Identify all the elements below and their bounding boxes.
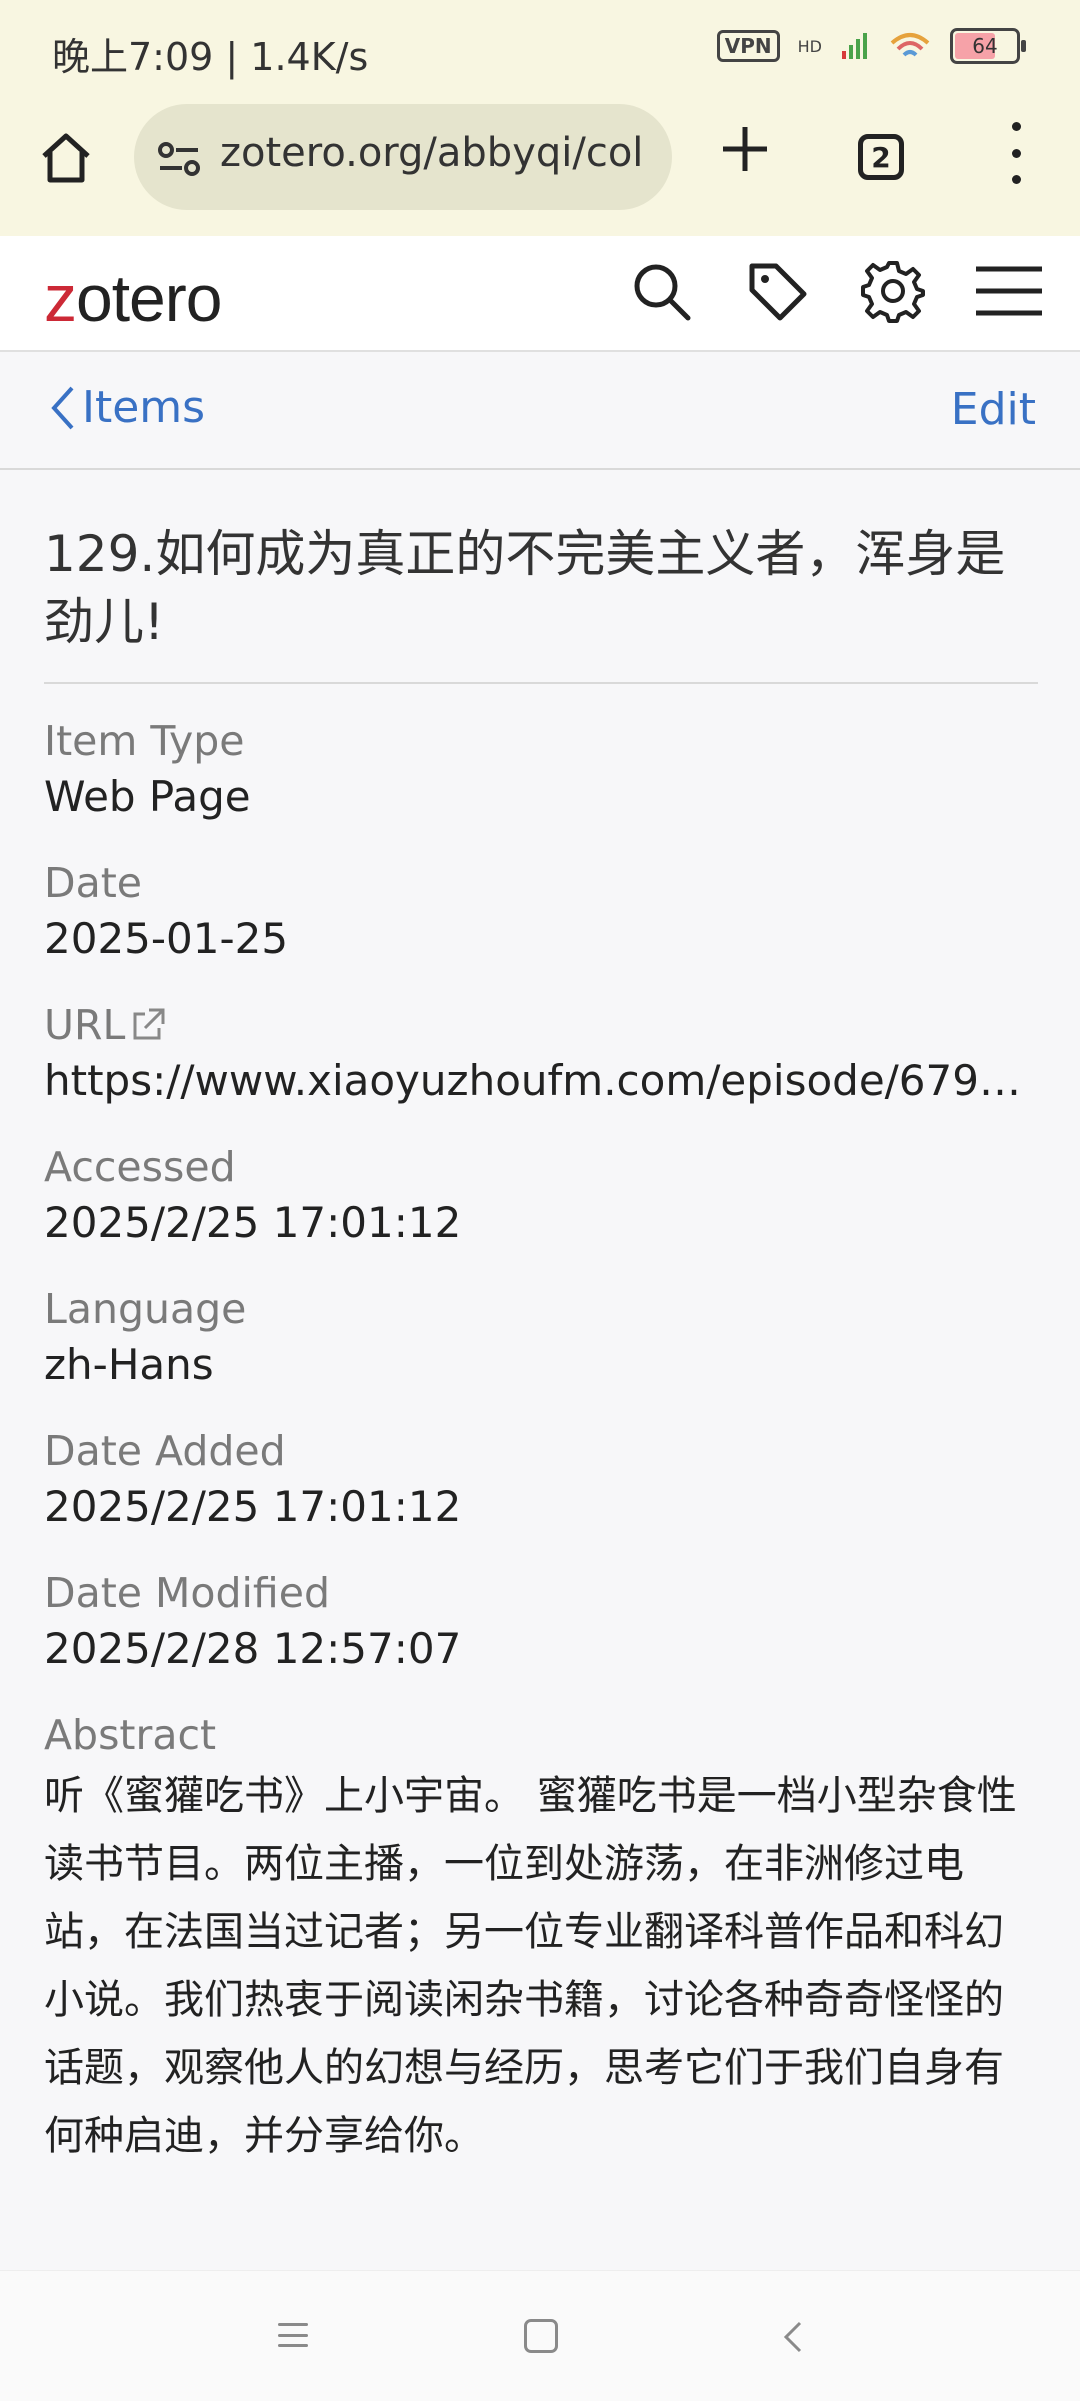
- main-menu-button[interactable]: [974, 256, 1044, 326]
- abstract-text: 听《蜜獾吃书》上小宇宙。 蜜獾吃书是一档小型杂食性读书节目。两位主播，一位到处游…: [44, 1773, 1017, 2159]
- field-abstract: Abstract 听《蜜獾吃书》上小宇宙。 蜜獾吃书是一档小型杂食性读书节目。两…: [44, 1708, 1038, 2170]
- search-icon: [634, 264, 691, 321]
- item-navbar: Items Edit: [0, 352, 1080, 470]
- field-label: Date: [44, 859, 142, 907]
- zotero-header: zotero: [0, 236, 1080, 352]
- field-value: 2025/2/28 12:57:07: [44, 1624, 462, 1673]
- item-details: 129.如何成为真正的不完美主义者，浑身是劲儿! Item Type Web P…: [44, 472, 1038, 2170]
- status-time-speed: 晚上7:09 | 1.4K/s: [52, 35, 369, 79]
- chevron-left-icon: [51, 386, 74, 429]
- field-label: URL: [44, 1001, 126, 1049]
- field-date: Date 2025-01-25: [44, 856, 1038, 968]
- field-value: 2025/2/25 17:01:12: [44, 1198, 462, 1247]
- home-icon: [42, 133, 90, 183]
- system-navigation-bar: [0, 2270, 1080, 2401]
- item-title: 129.如何成为真正的不完美主义者，浑身是劲儿!: [44, 520, 1038, 684]
- gear-icon: [861, 261, 925, 323]
- cell-signal-icon: [842, 33, 867, 59]
- field-value: zh-Hans: [44, 1340, 214, 1389]
- battery-icon: 64: [950, 28, 1026, 64]
- tag-icon: [749, 263, 807, 321]
- field-label: Date Added: [44, 1427, 286, 1475]
- browser-menu-button[interactable]: [996, 122, 1036, 184]
- vpn-icon: VPN: [716, 30, 780, 62]
- field-label: Date Modified: [44, 1569, 330, 1617]
- back-to-items-link[interactable]: Items: [50, 382, 205, 433]
- address-bar[interactable]: zotero.org/abbyqi/col: [134, 104, 672, 210]
- hd-signal-icon: HD: [797, 36, 822, 56]
- field-accessed: Accessed 2025/2/25 17:01:12: [44, 1140, 1038, 1252]
- recent-apps-button[interactable]: [278, 2323, 308, 2347]
- site-settings-icon[interactable]: [154, 134, 204, 184]
- field-label: Item Type: [44, 717, 245, 765]
- header-actions: [626, 256, 1044, 326]
- settings-button[interactable]: [858, 256, 928, 326]
- tab-switcher-button[interactable]: 2: [858, 134, 904, 180]
- plus-icon: [723, 127, 767, 171]
- url-text[interactable]: zotero.org/abbyqi/col: [220, 130, 643, 176]
- field-value: 2025-01-25: [44, 914, 289, 963]
- field-url: URL https://www.xiaoyuzhoufm.com/episode…: [44, 998, 1038, 1110]
- field-date-added: Date Added 2025/2/25 17:01:12: [44, 1424, 1038, 1536]
- hamburger-icon: [976, 266, 1042, 316]
- field-language: Language zh-Hans: [44, 1282, 1038, 1394]
- wifi-icon: [890, 33, 930, 57]
- url-value-link[interactable]: https://www.xiaoyuzhoufm.com/episode/679…: [44, 1052, 1038, 1110]
- zotero-logo[interactable]: zotero: [44, 260, 222, 336]
- browser-chrome: 晚上7:09 | 1.4K/s VPN HD 64 zotero.org/abb…: [0, 0, 1080, 236]
- edit-button[interactable]: Edit: [951, 384, 1036, 435]
- system-back-button[interactable]: [774, 2317, 814, 2357]
- field-label: Abstract: [44, 1711, 217, 1759]
- field-item-type: Item Type Web Page: [44, 714, 1038, 826]
- external-link-icon[interactable]: [129, 1006, 167, 1044]
- field-value: 2025/2/25 17:01:12: [44, 1482, 462, 1531]
- tags-button[interactable]: [742, 256, 812, 326]
- new-tab-button[interactable]: [718, 122, 772, 176]
- status-icons: VPN HD 64: [716, 28, 1026, 64]
- system-home-button[interactable]: [524, 2319, 558, 2353]
- field-value: Web Page: [44, 772, 251, 821]
- field-label: Accessed: [44, 1143, 236, 1191]
- battery-level: 64: [972, 34, 998, 58]
- field-label: Language: [44, 1285, 247, 1333]
- status-bar: 晚上7:09 | 1.4K/s VPN HD 64: [0, 0, 1080, 100]
- home-button[interactable]: [30, 122, 102, 194]
- url-label: URL: [44, 998, 1038, 1052]
- field-date-modified: Date Modified 2025/2/28 12:57:07: [44, 1566, 1038, 1678]
- search-button[interactable]: [626, 256, 696, 326]
- back-label: Items: [82, 382, 206, 433]
